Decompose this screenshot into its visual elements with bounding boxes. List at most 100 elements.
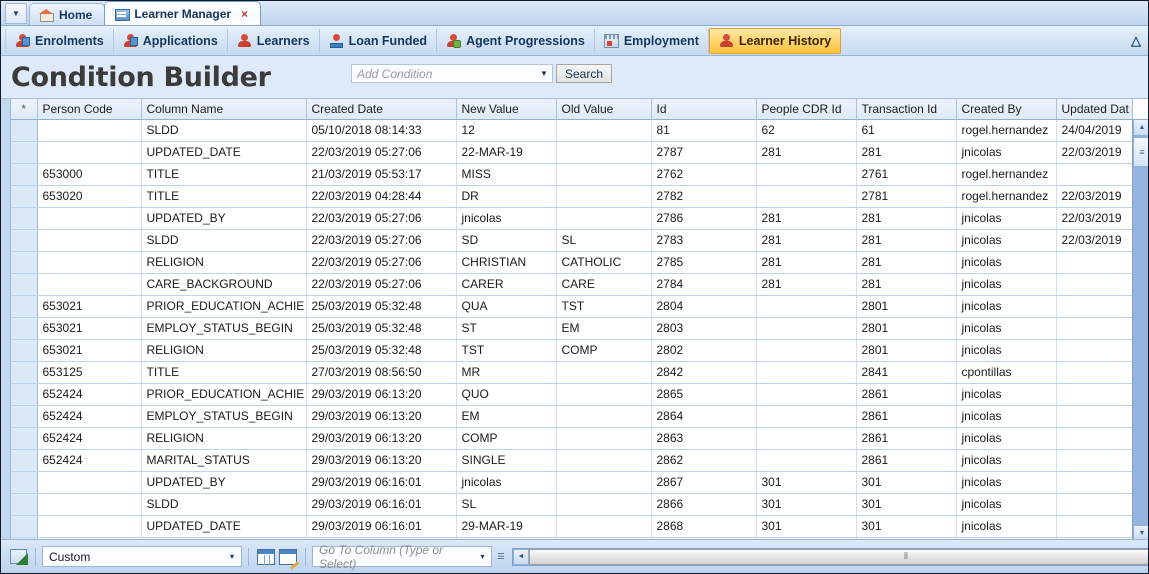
window-tab-home[interactable]: Home [29,3,106,25]
export-to-excel-button[interactable] [7,547,29,567]
row-selector-cell[interactable] [11,295,38,318]
row-selector-cell[interactable] [11,383,38,406]
cell-transaction-id[interactable]: 281 [856,273,957,296]
row-selector-cell[interactable] [11,493,38,516]
cell-created-by[interactable]: jnicolas [956,405,1057,428]
cell-id[interactable]: 2803 [651,317,757,340]
chevron-down-icon[interactable]: ▾ [474,552,491,561]
cell-created-date[interactable]: 22/03/2019 05:27:06 [306,141,457,164]
horizontal-scroll-thumb[interactable]: ⦀ [529,548,1148,565]
cell-people-cdr-id[interactable]: 301 [756,515,857,538]
cell-old-value[interactable] [556,405,652,428]
cell-created-date[interactable]: 22/03/2019 05:27:06 [306,273,457,296]
cell-transaction-id[interactable]: 2801 [856,317,957,340]
table-row[interactable]: CARE_BACKGROUND 22/03/2019 05:27:06 CARER C… [11,273,1133,296]
cell-updated-date[interactable] [1056,251,1133,274]
column-header-created-by[interactable]: Created By [956,99,1057,120]
tab-learner-history[interactable]: Learner History [708,27,842,54]
column-header-created-date[interactable]: Created Date [306,99,457,120]
column-header-person-code[interactable]: Person Code [37,99,142,120]
table-row[interactable]: 653021 EMPLOY_STATUS_BEGIN 25/03/2019 05:3… [11,317,1133,340]
cell-new-value[interactable]: SD [456,229,557,252]
cell-column-name[interactable]: TITLE [141,361,307,384]
cell-created-by[interactable]: jnicolas [956,493,1057,516]
cell-people-cdr-id[interactable]: 301 [756,493,857,516]
cell-person-code[interactable]: 652424 [37,383,142,406]
row-selector-cell[interactable] [11,471,38,494]
cell-id[interactable]: 2804 [651,295,757,318]
cell-person-code[interactable]: 653021 [37,295,142,318]
cell-person-code[interactable]: 652424 [37,449,142,472]
cell-transaction-id[interactable]: 2841 [856,361,957,384]
cell-column-name[interactable]: EMPLOY_STATUS_BEGIN [141,405,307,428]
cell-column-name[interactable]: UPDATED_BY [141,471,307,494]
cell-old-value[interactable]: SL [556,229,652,252]
cell-id[interactable]: 2785 [651,251,757,274]
cell-column-name[interactable]: UPDATED_DATE [141,141,307,164]
search-button[interactable]: Search [556,64,613,83]
cell-created-date[interactable]: 21/03/2019 05:53:17 [306,163,457,186]
column-header-column-name[interactable]: Column Name [141,99,307,120]
cell-old-value[interactable]: CATHOLIC [556,251,652,274]
cell-created-date[interactable]: 29/03/2019 06:16:01 [306,471,457,494]
cell-updated-date[interactable]: 24/04/2019 [1056,119,1133,142]
cell-transaction-id[interactable]: 2861 [856,449,957,472]
cell-transaction-id[interactable]: 2801 [856,339,957,362]
table-row[interactable]: SLDD 05/10/2018 08:14:33 12 81 62 61 rogel.her… [11,119,1133,142]
cell-updated-date[interactable] [1056,405,1133,428]
cell-column-name[interactable]: SLDD [141,119,307,142]
cell-person-code[interactable]: 652424 [37,405,142,428]
grid-horizontal-scrollbar[interactable]: ◄ ⦀ ► [512,547,1148,566]
cell-id[interactable]: 2863 [651,427,757,450]
cell-updated-date[interactable] [1056,427,1133,450]
cell-people-cdr-id[interactable]: 281 [756,251,857,274]
cell-old-value[interactable] [556,361,652,384]
cell-created-date[interactable]: 29/03/2019 06:16:01 [306,515,457,538]
cell-column-name[interactable]: CARE_BACKGROUND [141,273,307,296]
cell-id[interactable]: 81 [651,119,757,142]
cell-created-date[interactable]: 05/10/2018 08:14:33 [306,119,457,142]
cell-created-by[interactable]: jnicolas [956,427,1057,450]
cell-updated-date[interactable] [1056,295,1133,318]
cell-person-code[interactable] [37,207,142,230]
tab-enrolments[interactable]: Enrolments [5,28,114,53]
column-header-old-value[interactable]: Old Value [556,99,652,120]
cell-created-date[interactable]: 27/03/2019 08:56:50 [306,361,457,384]
cell-new-value[interactable]: ST [456,317,557,340]
cell-created-date[interactable]: 22/03/2019 05:27:06 [306,229,457,252]
cell-transaction-id[interactable]: 2861 [856,405,957,428]
cell-created-by[interactable]: jnicolas [956,471,1057,494]
cell-person-code[interactable]: 653021 [37,339,142,362]
cell-created-by[interactable]: jnicolas [956,273,1057,296]
table-row[interactable]: 653020 TITLE 22/03/2019 04:28:44 DR 2782 2781… [11,185,1133,208]
cell-people-cdr-id[interactable] [756,449,857,472]
cell-new-value[interactable]: MISS [456,163,557,186]
cell-created-by[interactable]: jnicolas [956,383,1057,406]
go-to-column-combobox[interactable]: Go To Column (Type or Select) ▾ [312,543,492,571]
table-row[interactable]: 652424 RELIGION 29/03/2019 06:13:20 COMP 286… [11,427,1133,450]
table-row[interactable]: UPDATED_BY 22/03/2019 05:27:06 jnicolas 278… [11,207,1133,230]
cell-created-by[interactable]: jnicolas [956,229,1057,252]
table-row[interactable]: UPDATED_DATE 22/03/2019 05:27:06 22-MAR-19… [11,141,1133,164]
cell-updated-date[interactable] [1056,471,1133,494]
cell-new-value[interactable]: SINGLE [456,449,557,472]
cell-person-code[interactable]: 652424 [37,427,142,450]
cell-created-date[interactable]: 29/03/2019 06:13:20 [306,405,457,428]
cell-updated-date[interactable] [1056,383,1133,406]
cell-column-name[interactable]: SLDD [141,493,307,516]
column-header-id[interactable]: Id [651,99,757,120]
layout-combobox[interactable]: Custom ▾ [42,546,242,567]
cell-created-by[interactable]: jnicolas [956,339,1057,362]
cell-updated-date[interactable] [1056,339,1133,362]
column-header-updated-date[interactable]: Updated Dat [1056,99,1133,120]
chevron-up-double-icon[interactable]: △ [1131,33,1141,49]
column-header-new-value[interactable]: New Value [456,99,557,120]
cell-id[interactable]: 2842 [651,361,757,384]
row-selector-cell[interactable] [11,141,38,164]
cell-created-date[interactable]: 29/03/2019 06:16:01 [306,493,457,516]
cell-column-name[interactable]: TITLE [141,185,307,208]
cell-people-cdr-id[interactable] [756,317,857,340]
cell-person-code[interactable]: 653000 [37,163,142,186]
cell-people-cdr-id[interactable] [756,383,857,406]
chevron-down-icon[interactable]: ▾ [223,552,241,561]
